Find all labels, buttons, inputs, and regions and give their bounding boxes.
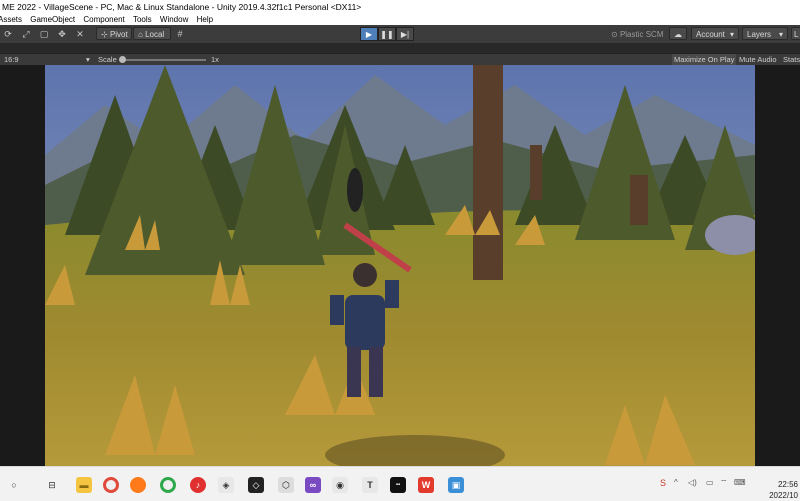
menu-help[interactable]: Help (197, 14, 213, 25)
scale-tool-icon[interactable]: ⤢ (20, 28, 32, 40)
chrome-icon-2[interactable] (160, 477, 176, 493)
plastic-scm-button[interactable]: ⊙ Plastic SCM (606, 27, 664, 40)
play-button[interactable]: ▶ (360, 27, 378, 41)
typora-icon[interactable]: T (362, 477, 378, 493)
local-icon: ⌂ (138, 30, 143, 39)
unity-icon[interactable]: ◇ (248, 477, 264, 493)
cloud-icon: ☁ (674, 30, 682, 39)
file-explorer-icon[interactable]: ▬ (76, 477, 92, 493)
rect-tool-icon[interactable]: ▢ (38, 28, 50, 40)
menu-component[interactable]: Component (83, 14, 124, 25)
chevron-down-icon: ▾ (778, 30, 783, 39)
pivot-label: Pivot (109, 30, 128, 39)
large-tree-trunk (473, 65, 503, 280)
tree-trunk (630, 175, 648, 225)
window-title-bar: ME 2022 - VillageScene - PC, Mac & Linux… (0, 0, 800, 14)
aspect-label: 16:9 (4, 55, 19, 64)
account-dropdown[interactable]: Account ▾ (691, 27, 739, 40)
step-button[interactable]: ▶| (396, 27, 414, 41)
local-button[interactable]: ⌂ Local (133, 27, 171, 40)
scale-slider-handle[interactable] (119, 56, 126, 63)
menu-tools[interactable]: Tools (133, 14, 152, 25)
custom-tool-icon[interactable]: ✕ (74, 28, 86, 40)
visual-studio-icon[interactable]: ∞ (305, 477, 321, 493)
layers-dropdown[interactable]: Layers ▾ (742, 27, 788, 40)
play-controls: ▶ ❚❚ ▶| (360, 27, 414, 41)
qq-icon[interactable]: ◉ (332, 477, 348, 493)
layout-label: L (794, 30, 799, 39)
layers-label: Layers (747, 30, 772, 39)
system-tray: S ^ ◁) ▭ ⌔ ⌨ 22:56 2022/10 (660, 473, 800, 501)
game-viewport[interactable] (0, 65, 800, 466)
pause-button[interactable]: ❚❚ (378, 27, 396, 41)
clock[interactable]: 22:56 2022/10 (769, 479, 798, 501)
menu-assets[interactable]: Assets (0, 14, 22, 25)
menu-gameobject[interactable]: GameObject (30, 14, 75, 25)
photo-app-icon[interactable]: ◈ (218, 477, 234, 493)
speaker-icon[interactable]: ◁) (688, 478, 697, 487)
window-title: ME 2022 - VillageScene - PC, Mac & Linux… (2, 2, 362, 12)
chrome-icon[interactable] (103, 477, 119, 493)
firefox-icon[interactable] (130, 477, 146, 493)
battery-icon[interactable]: ▭ (706, 478, 714, 487)
clock-time: 22:56 (777, 480, 798, 489)
menu-window[interactable]: Window (160, 14, 188, 25)
game-scene (45, 65, 755, 466)
network-icon[interactable]: ⌔ (720, 478, 728, 488)
grid-snap-icon[interactable]: # (174, 28, 186, 40)
local-label: Local (145, 30, 165, 39)
clock-date: 2022/10 (769, 491, 798, 500)
main-toolbar: ⟳ ⤢ ▢ ✥ ✕ ⊹ Pivot ⌂ Local # ▶ ❚❚ ▶| ⊙ Pl… (0, 25, 800, 43)
photos-icon[interactable]: ▣ (448, 477, 464, 493)
account-label: Account (696, 30, 725, 39)
pivot-icon: ⊹ (101, 30, 108, 39)
plastic-scm-label: Plastic SCM (619, 30, 664, 39)
windows-taskbar: ○ ⊟ ▬ ♪ ◈ ◇ ⬡ ∞ ◉ T ▪▪ W ▣ S ^ ◁) ▭ ⌔ ⌨ … (0, 466, 800, 501)
rotate-tool-icon[interactable]: ⟳ (2, 28, 14, 40)
scale-slider[interactable] (119, 56, 206, 63)
foxit-icon[interactable]: ▪▪ (390, 477, 406, 493)
cloud-button[interactable]: ☁ (669, 27, 687, 40)
tray-chevron-icon[interactable]: ^ (674, 478, 678, 487)
task-view-icon[interactable]: ⊟ (44, 477, 60, 493)
transform-tool-icon[interactable]: ✥ (56, 28, 68, 40)
keyboard-icon[interactable]: ⌨ (734, 478, 746, 487)
plastic-scm-icon: ⊙ (611, 30, 618, 39)
netease-music-icon[interactable]: ♪ (190, 477, 206, 493)
distant-figure (347, 168, 363, 212)
layout-dropdown[interactable]: L (791, 27, 800, 40)
wps-icon[interactable]: W (418, 477, 434, 493)
pivot-button[interactable]: ⊹ Pivot (96, 27, 132, 40)
unity-hub-icon[interactable]: ⬡ (278, 477, 294, 493)
tray-s-icon[interactable]: S (660, 478, 666, 488)
tree-trunk-2 (530, 145, 542, 200)
panel-tab-strip (0, 43, 800, 53)
chevron-down-icon: ▾ (729, 30, 734, 39)
search-icon[interactable]: ○ (6, 477, 22, 493)
